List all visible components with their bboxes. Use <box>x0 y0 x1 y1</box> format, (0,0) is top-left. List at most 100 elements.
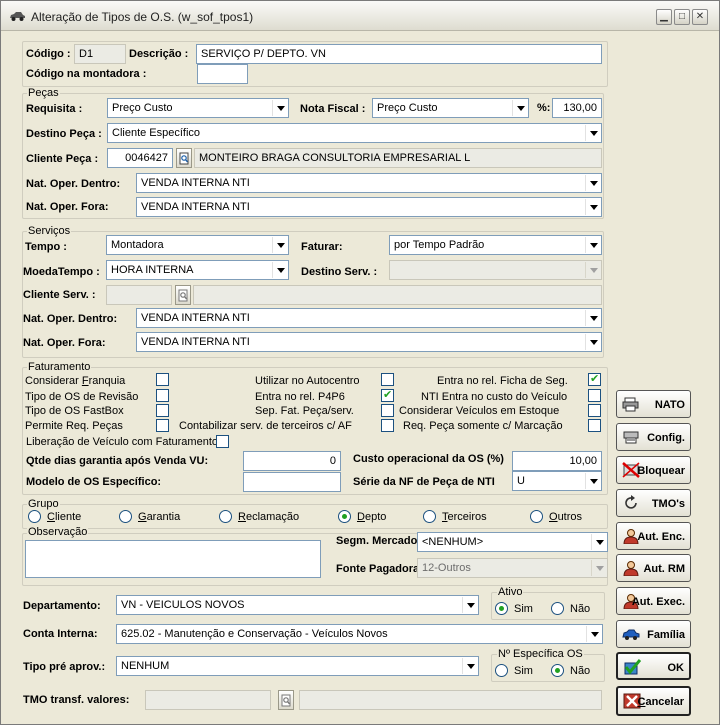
garantia-dias-field[interactable]: 0 <box>243 451 341 471</box>
considerar-franquia-checkbox[interactable] <box>156 373 169 386</box>
ativo-sim-label: Sim <box>514 603 533 615</box>
codigo-label: Código : <box>26 48 71 60</box>
grupo-garantia-radio[interactable] <box>119 510 132 523</box>
observacao-textarea[interactable] <box>25 540 321 578</box>
window-title: Alteração de Tipos de O.S. (w_sof_tpos1) <box>31 10 254 24</box>
nota-fiscal-dropdown[interactable]: Preço Custo <box>372 98 529 118</box>
codigo-field[interactable]: D1 <box>74 44 126 64</box>
modelo-os-field[interactable] <box>243 472 341 492</box>
close-button[interactable]: ✕ <box>692 9 708 25</box>
fonte-pagadora-dropdown[interactable]: 12-Outros <box>417 558 608 578</box>
familia-button[interactable]: Família <box>616 620 691 648</box>
chevron-down-icon[interactable] <box>591 534 606 550</box>
chevron-down-icon[interactable] <box>585 473 600 489</box>
destino-serv-dropdown[interactable] <box>389 260 602 280</box>
faturar-dropdown[interactable]: por Tempo Padrão <box>389 235 602 255</box>
cliente-serv-lookup-button[interactable] <box>175 285 191 305</box>
aut-rm-button[interactable]: Aut. RM <box>616 554 691 582</box>
chevron-down-icon[interactable] <box>585 262 600 278</box>
especifica-nao-radio[interactable] <box>551 664 564 677</box>
nat-dentro-pecas-dropdown[interactable]: VENDA INTERNA NTI <box>136 173 602 193</box>
tmo-transf-code-field[interactable] <box>145 690 271 710</box>
chevron-down-icon[interactable] <box>591 560 606 576</box>
especifica-sim-label: Sim <box>514 665 533 677</box>
cliente-serv-code-field[interactable] <box>106 285 172 305</box>
servicos-group-title: Serviços <box>27 225 72 237</box>
req-marcacao-checkbox[interactable] <box>588 419 601 432</box>
tmo-transf-name-field[interactable] <box>299 690 602 710</box>
chevron-down-icon[interactable] <box>462 658 477 674</box>
chevron-down-icon[interactable] <box>272 237 287 253</box>
conta-interna-dropdown[interactable]: 625.02 - Manutenção e Conservação - Veíc… <box>116 624 603 644</box>
bloquear-button[interactable]: Bloquear <box>616 456 691 484</box>
pecas-group-title: Peças <box>27 87 60 99</box>
serie-nf-dropdown[interactable]: U <box>512 471 602 491</box>
ficha-seg-checkbox[interactable] <box>588 372 601 386</box>
requisita-dropdown[interactable]: Preço Custo <box>107 98 289 118</box>
departamento-dropdown[interactable]: VN - VEICULOS NOVOS <box>116 595 479 615</box>
segm-mercado-dropdown[interactable]: <NENHUM> <box>417 532 608 552</box>
chevron-down-icon[interactable] <box>586 626 601 642</box>
codigo-montadora-field[interactable] <box>197 64 248 84</box>
descricao-field[interactable]: SERVIÇO P/ DEPTO. VN <box>196 44 602 64</box>
tmos-button[interactable]: TMO's <box>616 489 691 517</box>
nato-button[interactable]: NATO <box>616 390 691 418</box>
os-revisao-checkbox[interactable] <box>156 389 169 402</box>
grupo-reclamacao-radio[interactable] <box>219 510 232 523</box>
liberacao-label: Liberação de Veículo com Faturamento <box>26 436 219 448</box>
chevron-down-icon[interactable] <box>272 100 287 116</box>
grupo-cliente-radio[interactable] <box>28 510 41 523</box>
chevron-down-icon[interactable] <box>585 125 600 141</box>
nat-dentro-serv-dropdown[interactable]: VENDA INTERNA NTI <box>136 308 602 328</box>
custo-operacional-field[interactable]: 10,00 <box>512 451 602 471</box>
veiculos-estoque-checkbox[interactable] <box>588 404 601 417</box>
contabilizar-checkbox[interactable] <box>381 419 394 432</box>
lookup-icon <box>281 694 291 707</box>
chevron-down-icon[interactable] <box>585 237 600 253</box>
chevron-down-icon[interactable] <box>585 175 600 191</box>
maximize-button[interactable]: □ <box>674 9 690 25</box>
ativo-nao-radio[interactable] <box>551 602 564 615</box>
os-fastbox-checkbox[interactable] <box>156 404 169 417</box>
percent-field[interactable]: 130,00 <box>552 98 602 118</box>
fonte-pagadora-label: Fonte Pagadora: <box>336 563 423 575</box>
cliente-serv-name-field[interactable] <box>193 285 602 305</box>
moeda-tempo-dropdown[interactable]: HORA INTERNA <box>106 260 289 280</box>
nti-custo-checkbox[interactable] <box>588 389 601 402</box>
requisita-value: Preço Custo <box>112 102 173 114</box>
cliente-peca-lookup-button[interactable] <box>176 148 192 168</box>
cliente-peca-code-field[interactable]: 0046427 <box>107 148 173 168</box>
autocentro-checkbox[interactable] <box>381 373 394 386</box>
title-bar[interactable]: Alteração de Tipos de O.S. (w_sof_tpos1)… <box>1 1 719 31</box>
sep-fat-checkbox[interactable] <box>381 404 394 417</box>
tmo-transf-lookup-button[interactable] <box>278 690 294 710</box>
grupo-terceiros-radio[interactable] <box>423 510 436 523</box>
minimize-button[interactable]: ▁ <box>656 9 672 25</box>
especifica-sim-radio[interactable] <box>495 664 508 677</box>
config-button[interactable]: Config. <box>616 423 691 451</box>
grupo-outros-radio[interactable] <box>530 510 543 523</box>
chevron-down-icon[interactable] <box>512 100 527 116</box>
aut-exec-button[interactable]: Aut. Exec. <box>616 587 691 615</box>
chevron-down-icon[interactable] <box>585 199 600 215</box>
cancelar-button[interactable]: Cancelar <box>616 686 691 716</box>
chevron-down-icon[interactable] <box>462 597 477 613</box>
nat-fora-pecas-dropdown[interactable]: VENDA INTERNA NTI <box>136 197 602 217</box>
conta-interna-value: 625.02 - Manutenção e Conservação - Veíc… <box>121 628 388 640</box>
ativo-sim-radio[interactable] <box>495 602 508 615</box>
ok-button[interactable]: OK <box>616 652 691 680</box>
nat-fora-serv-dropdown[interactable]: VENDA INTERNA NTI <box>136 332 602 352</box>
tipo-pre-aprov-dropdown[interactable]: NENHUM <box>116 656 479 676</box>
permite-req-pecas-checkbox[interactable] <box>156 419 169 432</box>
rel-p4p6-checkbox[interactable] <box>381 388 394 402</box>
chevron-down-icon[interactable] <box>585 334 600 350</box>
tempo-dropdown[interactable]: Montadora <box>106 235 289 255</box>
grupo-depto-radio[interactable] <box>338 510 351 523</box>
aut-enc-button[interactable]: Aut. Enc. <box>616 522 691 550</box>
liberacao-checkbox[interactable] <box>216 435 229 448</box>
chevron-down-icon[interactable] <box>585 310 600 326</box>
destino-peca-dropdown[interactable]: Cliente Específico <box>107 123 602 143</box>
chevron-down-icon[interactable] <box>272 262 287 278</box>
ok-icon <box>624 659 641 675</box>
cliente-peca-name-field[interactable]: MONTEIRO BRAGA CONSULTORIA EMPRESARIAL L <box>194 148 602 168</box>
